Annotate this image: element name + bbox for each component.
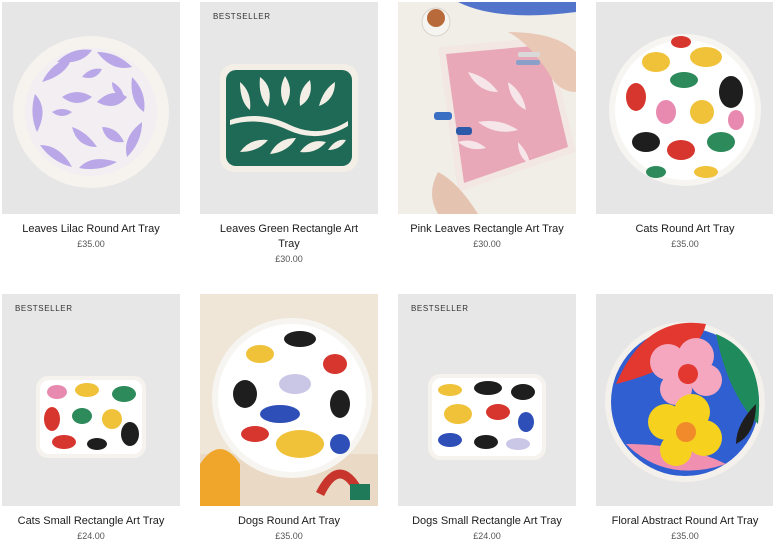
- product-image[interactable]: [398, 2, 576, 214]
- product-image[interactable]: BESTSELLER: [2, 294, 180, 506]
- product-title[interactable]: Dogs Round Art Tray: [200, 514, 378, 529]
- bestseller-badge: BESTSELLER: [15, 304, 73, 313]
- product-price: £35.00: [77, 239, 105, 249]
- product-image[interactable]: [200, 294, 378, 506]
- product-image[interactable]: [2, 2, 180, 214]
- product-image[interactable]: [596, 294, 773, 506]
- product-title[interactable]: Cats Round Art Tray: [596, 222, 773, 237]
- product-title[interactable]: Floral Abstract Round Art Tray: [596, 514, 773, 529]
- product-title[interactable]: Leaves Lilac Round Art Tray: [2, 222, 180, 237]
- product-title[interactable]: Cats Small Rectangle Art Tray: [2, 514, 180, 529]
- product-image[interactable]: BESTSELLER: [200, 2, 378, 214]
- product-title[interactable]: Leaves Green Rectangle Art Tray: [214, 222, 364, 252]
- floral-abstract-round-tray-image: [605, 322, 765, 482]
- product-price: £30.00: [473, 239, 501, 249]
- product-price: £35.00: [671, 239, 699, 249]
- green-leaves-rectangle-tray-image: [220, 64, 358, 172]
- cats-round-tray-image: [609, 34, 761, 186]
- product-image[interactable]: BESTSELLER: [398, 294, 576, 506]
- dogs-round-tray-image: [200, 294, 378, 506]
- bestseller-badge: BESTSELLER: [213, 12, 271, 21]
- product-title[interactable]: Dogs Small Rectangle Art Tray: [398, 514, 576, 529]
- lilac-leaves-round-tray-image: [13, 36, 169, 188]
- product-price: £35.00: [671, 531, 699, 541]
- product-title[interactable]: Pink Leaves Rectangle Art Tray: [398, 222, 576, 237]
- product-price: £30.00: [275, 254, 303, 264]
- product-image[interactable]: [596, 2, 773, 214]
- cats-small-rectangle-tray-image: [36, 376, 146, 458]
- product-price: £24.00: [473, 531, 501, 541]
- product-price: £24.00: [77, 531, 105, 541]
- pink-leaves-tray-painting-image: [398, 2, 576, 214]
- bestseller-badge: BESTSELLER: [411, 304, 469, 313]
- product-price: £35.00: [275, 531, 303, 541]
- dogs-small-rectangle-tray-image: [428, 374, 546, 460]
